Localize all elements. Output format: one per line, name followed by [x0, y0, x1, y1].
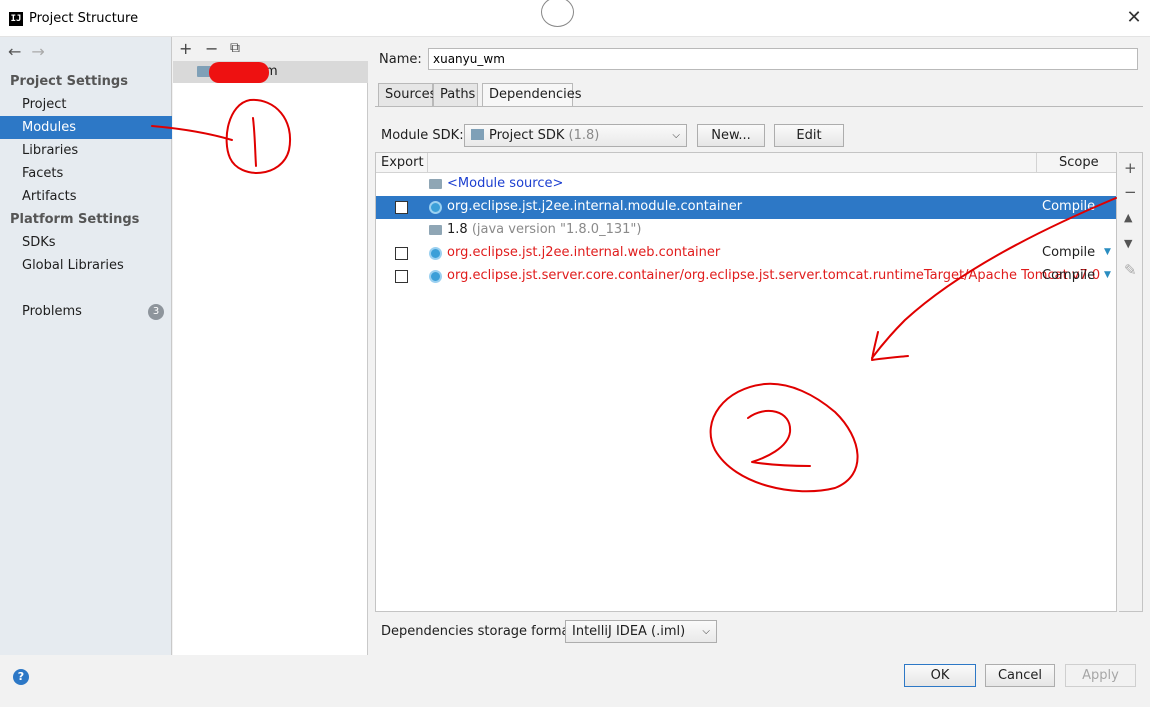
redaction-scribble [209, 62, 269, 83]
dependency-name: org.eclipse.jst.j2ee.internal.web.contai… [447, 245, 721, 260]
add-module-icon[interactable]: + [179, 39, 192, 58]
add-dependency-icon[interactable]: + [1124, 159, 1137, 177]
nav-arrows: ← → [8, 42, 55, 61]
module-list-item[interactable]: m [173, 61, 368, 83]
intellij-icon: IJ [9, 12, 23, 26]
sidebar-item-libraries[interactable]: Libraries [0, 139, 172, 162]
module-source-folder-icon [429, 179, 442, 189]
library-icon [429, 270, 442, 283]
copy-module-icon[interactable]: ⧉ [230, 40, 240, 56]
title-bar: IJ Project Structure ✕ [0, 0, 1150, 37]
sdk-folder-icon [471, 129, 484, 140]
remove-module-icon[interactable]: − [205, 39, 218, 58]
scope-select[interactable]: Compile [1042, 199, 1095, 214]
dependency-name: 1.8 (java version "1.8.0_131") [447, 222, 641, 237]
edit-sdk-button[interactable]: Edit [774, 124, 844, 147]
sidebar-item-artifacts[interactable]: Artifacts [0, 185, 172, 208]
sidebar-item-global-libraries[interactable]: Global Libraries [0, 254, 172, 277]
dependencies-table: Export Scope <Module source> org.eclipse… [375, 152, 1117, 612]
forward-arrow-icon[interactable]: → [31, 42, 44, 61]
table-header: Export Scope [376, 153, 1116, 173]
dependency-name: org.eclipse.jst.j2ee.internal.module.con… [447, 199, 743, 214]
table-row[interactable]: org.eclipse.jst.server.core.container/or… [376, 265, 1116, 288]
column-divider [1036, 153, 1037, 173]
move-down-icon[interactable]: ▼ [1124, 237, 1132, 250]
tab-dependencies[interactable]: Dependencies [482, 83, 582, 107]
tab-paths[interactable]: Paths [433, 83, 478, 107]
project-structure-dialog: IJ Project Structure ✕ ← → Project Settin… [0, 0, 1156, 707]
storage-format-label: Dependencies storage format: [381, 624, 579, 639]
cancel-button[interactable]: Cancel [985, 664, 1055, 687]
sidebar-item-modules[interactable]: Modules [0, 116, 172, 139]
chevron-down-icon: ⌵ [702, 626, 710, 637]
move-up-icon[interactable]: ▲ [1124, 211, 1132, 224]
dependency-toolbar: + − ▲ ▼ ✎ [1119, 152, 1143, 612]
column-divider [427, 153, 428, 173]
remove-dependency-icon[interactable]: − [1124, 183, 1137, 201]
scope-select[interactable]: Compile [1042, 245, 1095, 260]
chevron-down-icon[interactable]: ▼ [1104, 270, 1111, 280]
project-settings-header: Project Settings [10, 74, 128, 89]
dependency-name: <Module source> [447, 176, 564, 191]
jdk-folder-icon [429, 225, 442, 235]
modules-list-panel: + − ⧉ m [173, 37, 368, 655]
problems-label: Problems [22, 304, 82, 319]
jdk-version: 1.8 [447, 222, 468, 237]
ok-button[interactable]: OK [904, 664, 976, 687]
module-name-input[interactable] [428, 48, 1138, 70]
sdk-value: Project SDK [489, 128, 565, 143]
window-title: Project Structure [29, 11, 139, 26]
tab-divider [375, 106, 1143, 107]
sdk-version: (1.8) [568, 128, 600, 143]
scope-column-header[interactable]: Scope [1059, 155, 1099, 170]
help-icon[interactable]: ? [13, 669, 29, 685]
sidebar-item-sdks[interactable]: SDKs [0, 231, 172, 254]
chevron-down-icon[interactable]: ▼ [1104, 247, 1111, 257]
export-checkbox[interactable] [395, 201, 408, 214]
table-row[interactable]: org.eclipse.jst.j2ee.internal.module.con… [376, 196, 1116, 219]
table-row[interactable]: <Module source> [376, 173, 1116, 196]
sidebar-item-problems[interactable]: Problems 3 [0, 300, 172, 323]
new-sdk-button[interactable]: New... [697, 124, 765, 147]
dependency-name: org.eclipse.jst.server.core.container/or… [447, 268, 1101, 283]
library-icon [429, 247, 442, 260]
table-row[interactable]: org.eclipse.jst.j2ee.internal.web.contai… [376, 242, 1116, 265]
name-label: Name: [379, 52, 422, 67]
sidebar-item-facets[interactable]: Facets [0, 162, 172, 185]
jdk-version-detail: (java version "1.8.0_131") [471, 222, 642, 237]
back-arrow-icon[interactable]: ← [8, 42, 21, 61]
storage-format-value: IntelliJ IDEA (.iml) [572, 624, 686, 639]
library-icon [429, 201, 442, 214]
module-sdk-select[interactable]: Project SDK (1.8) ⌵ [464, 124, 687, 147]
problems-count-badge: 3 [148, 304, 164, 320]
modules-toolbar: + − ⧉ [173, 37, 368, 61]
close-icon[interactable]: ✕ [1124, 8, 1144, 28]
module-detail-panel: Name: Sources Paths Dependencies Module … [369, 37, 1150, 655]
export-checkbox[interactable] [395, 247, 408, 260]
apply-button[interactable]: Apply [1065, 664, 1136, 687]
settings-sidebar: ← → Project Settings Project Modules Libr… [0, 37, 172, 655]
edit-pencil-icon[interactable]: ✎ [1124, 261, 1137, 279]
module-sdk-label: Module SDK: [381, 128, 464, 143]
export-column-header[interactable]: Export [381, 155, 424, 170]
storage-format-select[interactable]: IntelliJ IDEA (.iml) ⌵ [565, 620, 717, 643]
table-row[interactable]: 1.8 (java version "1.8.0_131") [376, 219, 1116, 242]
scope-select[interactable]: Compile [1042, 268, 1095, 283]
export-checkbox[interactable] [395, 270, 408, 283]
chevron-down-icon: ⌵ [672, 130, 680, 141]
platform-settings-header: Platform Settings [10, 212, 140, 227]
tab-sources[interactable]: Sources [378, 83, 436, 107]
sidebar-item-project[interactable]: Project [0, 93, 172, 116]
